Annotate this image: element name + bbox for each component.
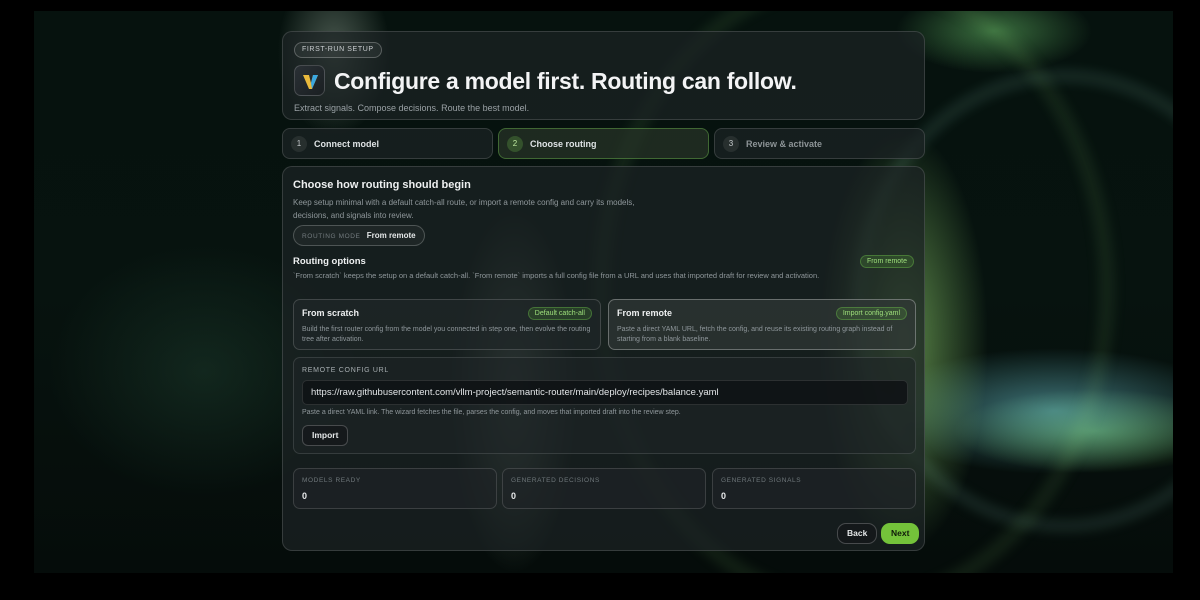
option-from-remote[interactable]: From remote Import config.yaml Paste a d… [608,299,916,350]
step-number: 3 [723,136,739,152]
routing-options-badge: From remote [859,255,914,268]
step-choose-routing[interactable]: 2 Choose routing [498,128,709,159]
stat-label: GENERATED DECISIONS [511,477,600,484]
setup-header: FIRST-RUN SETUP Configure a model first.… [282,31,925,120]
logo-v-icon [303,75,318,89]
stat-generated-decisions: GENERATED DECISIONS 0 [502,468,706,509]
option-badge: Import config.yaml [835,307,907,320]
routing-description: Keep setup minimal with a default catch-… [293,198,635,220]
stat-label: GENERATED SIGNALS [721,477,802,484]
option-from-scratch[interactable]: From scratch Default catch-all Build the… [293,299,601,350]
step-label: Connect model [314,139,380,149]
routing-mode-key: ROUTING MODE [302,233,361,240]
routing-mode-pill[interactable]: ROUTING MODE From remote [293,225,425,246]
routing-options-heading: Routing options [293,256,366,267]
remote-config-url-input[interactable] [302,380,908,405]
routing-options-description: `From scratch` keeps the setup on a defa… [293,271,820,280]
next-button[interactable]: Next [881,523,920,544]
step-label: Choose routing [530,139,597,149]
step-number: 1 [291,136,307,152]
first-run-tag: FIRST-RUN SETUP [294,42,382,58]
stat-value: 0 [721,491,727,501]
routing-panel: Choose how routing should begin Keep set… [282,166,925,551]
stat-generated-signals: GENERATED SIGNALS 0 [712,468,916,509]
back-button[interactable]: Back [837,523,878,544]
step-number: 2 [507,136,523,152]
step-review-activate[interactable]: 3 Review & activate [714,128,925,159]
stat-value: 0 [302,491,308,501]
routing-heading: Choose how routing should begin [293,179,471,191]
routing-mode-value: From remote [366,231,416,240]
option-badge: Default catch-all [527,307,592,320]
remote-config-section: REMOTE CONFIG URL Paste a direct YAML li… [293,357,916,454]
remote-config-label: REMOTE CONFIG URL [302,367,389,374]
option-title: From remote [617,308,673,318]
remote-config-hint: Paste a direct YAML link. The wizard fet… [302,409,681,416]
import-button[interactable]: Import [302,425,349,446]
stat-models-ready: MODELS READY 0 [293,468,497,509]
page-title: Configure a model first. Routing can fol… [334,68,797,94]
page-subtitle: Extract signals. Compose decisions. Rout… [294,103,530,113]
option-description: Build the first router config from the m… [302,326,591,343]
option-title: From scratch [302,308,360,318]
step-connect-model[interactable]: 1 Connect model [282,128,493,159]
step-label: Review & activate [746,139,823,149]
option-description: Paste a direct YAML URL, fetch the confi… [617,326,893,343]
stat-value: 0 [511,491,517,501]
app-logo [294,65,325,96]
stat-label: MODELS READY [302,477,361,484]
